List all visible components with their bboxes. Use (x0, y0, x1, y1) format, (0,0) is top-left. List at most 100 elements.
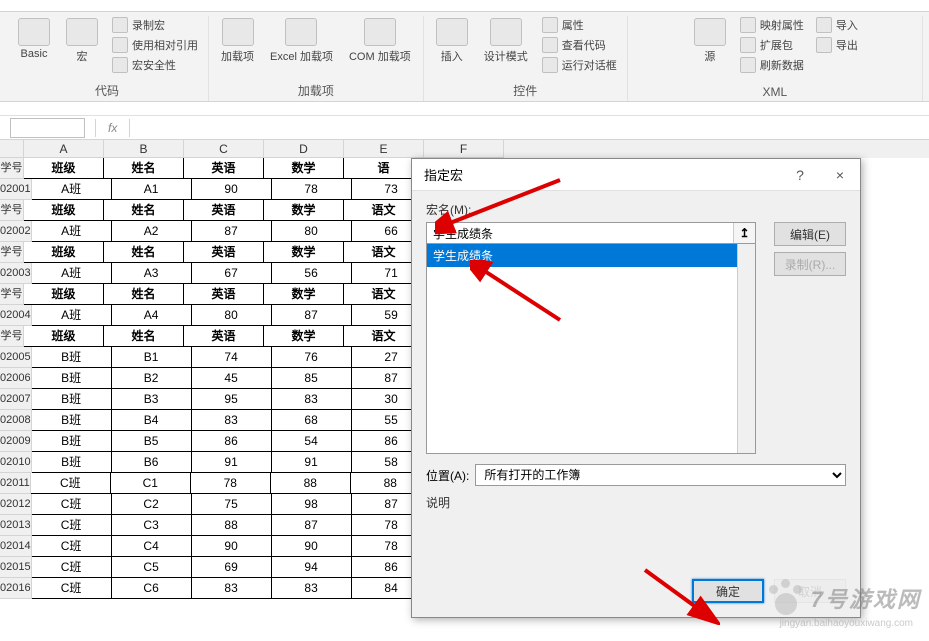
row-header[interactable]: 02011 (0, 473, 31, 494)
dialog-help-button[interactable]: ? (780, 159, 820, 191)
cell[interactable]: 85 (272, 368, 352, 389)
row-header[interactable]: 02013 (0, 515, 32, 536)
cell[interactable]: B班 (32, 410, 112, 431)
cell[interactable]: 94 (272, 557, 352, 578)
col-header[interactable]: F (424, 140, 504, 158)
cell[interactable]: C6 (112, 578, 192, 599)
cell[interactable]: C班 (31, 473, 111, 494)
cell[interactable]: 班级 (24, 284, 104, 305)
cell[interactable]: 74 (192, 347, 272, 368)
cell[interactable]: 91 (192, 452, 272, 473)
xml-export-button[interactable]: 导出 (814, 36, 860, 54)
row-header[interactable]: 02004 (0, 305, 32, 326)
cell[interactable]: 数学 (264, 284, 344, 305)
cell[interactable]: 英语 (184, 284, 264, 305)
row-header[interactable]: 02010 (0, 452, 32, 473)
cell[interactable]: B1 (112, 347, 192, 368)
view-code-button[interactable]: 查看代码 (540, 36, 619, 54)
cell[interactable]: 88 (271, 473, 351, 494)
row-header[interactable]: 02014 (0, 536, 32, 557)
cell[interactable]: 90 (272, 536, 352, 557)
relative-ref-button[interactable]: 使用相对引用 (110, 36, 200, 54)
excel-addins-button[interactable]: Excel 加载项 (266, 16, 337, 66)
cell[interactable]: A班 (32, 179, 112, 200)
row-header[interactable]: 02003 (0, 263, 32, 284)
select-all-corner[interactable] (0, 140, 24, 158)
cell[interactable]: 98 (272, 494, 352, 515)
record-button[interactable]: 录制(R)... (774, 252, 846, 276)
cell[interactable]: 56 (272, 263, 352, 284)
row-header[interactable]: 02002 (0, 221, 32, 242)
cell[interactable]: A4 (112, 305, 192, 326)
cell[interactable]: 90 (192, 179, 272, 200)
cell[interactable]: A1 (112, 179, 192, 200)
row-header[interactable]: 学号 (0, 284, 24, 305)
macro-list-item[interactable]: 学生成绩条 (427, 244, 737, 267)
cell[interactable]: 83 (192, 578, 272, 599)
name-box[interactable] (10, 118, 85, 138)
cell[interactable]: C3 (112, 515, 192, 536)
cell[interactable]: A班 (32, 263, 112, 284)
row-header[interactable]: 02015 (0, 557, 32, 578)
properties-button[interactable]: 属性 (540, 16, 619, 34)
cell[interactable]: 80 (192, 305, 272, 326)
xml-import-button[interactable]: 导入 (814, 16, 860, 34)
cell[interactable]: C班 (32, 494, 112, 515)
cell[interactable]: A2 (112, 221, 192, 242)
cell[interactable]: B6 (112, 452, 192, 473)
visual-basic-button[interactable]: Basic (14, 16, 54, 62)
cell[interactable]: 67 (192, 263, 272, 284)
com-addins-button[interactable]: COM 加载项 (345, 16, 415, 66)
cell[interactable]: 88 (192, 515, 272, 536)
cell[interactable]: 英语 (184, 326, 264, 347)
macros-button[interactable]: 宏 (62, 16, 102, 66)
cell[interactable]: B2 (112, 368, 192, 389)
cell[interactable]: 76 (272, 347, 352, 368)
cell[interactable]: 78 (191, 473, 271, 494)
row-header[interactable]: 02007 (0, 389, 32, 410)
record-macro-button[interactable]: 录制宏 (110, 16, 200, 34)
row-header[interactable]: 02005 (0, 347, 32, 368)
cell[interactable]: B班 (32, 368, 112, 389)
cell[interactable]: 95 (192, 389, 272, 410)
cell[interactable]: B4 (112, 410, 192, 431)
cell[interactable]: 班级 (24, 242, 104, 263)
cell[interactable]: 69 (192, 557, 272, 578)
formula-input[interactable] (136, 118, 929, 138)
cell[interactable]: C5 (112, 557, 192, 578)
macro-name-input[interactable] (427, 223, 733, 243)
cell[interactable]: 83 (272, 578, 352, 599)
cell[interactable]: C班 (32, 578, 112, 599)
cell[interactable]: 姓名 (104, 158, 184, 179)
expansion-packs-button[interactable]: 扩展包 (738, 36, 806, 54)
row-header[interactable]: 02001 (0, 179, 32, 200)
cell[interactable]: 90 (192, 536, 272, 557)
cell[interactable]: 数学 (264, 200, 344, 221)
cell[interactable]: B班 (32, 452, 112, 473)
cell[interactable]: C4 (112, 536, 192, 557)
cell[interactable]: C班 (32, 515, 112, 536)
cell[interactable]: B班 (32, 347, 112, 368)
cell[interactable]: 英语 (184, 242, 264, 263)
location-select[interactable]: 所有打开的工作簿 (475, 464, 846, 486)
cell[interactable]: 英语 (184, 200, 264, 221)
cell[interactable]: 英语 (184, 158, 264, 179)
cell[interactable]: 83 (192, 410, 272, 431)
cell[interactable]: B班 (32, 389, 112, 410)
cell[interactable]: C班 (32, 557, 112, 578)
col-header[interactable]: A (24, 140, 104, 158)
cell[interactable]: 姓名 (104, 284, 184, 305)
cell[interactable]: 班级 (24, 326, 104, 347)
row-header[interactable]: 02009 (0, 431, 32, 452)
scrollbar[interactable] (737, 244, 755, 453)
col-header[interactable]: E (344, 140, 424, 158)
cell[interactable]: 87 (272, 305, 352, 326)
cell[interactable]: 姓名 (104, 200, 184, 221)
cell[interactable]: 45 (192, 368, 272, 389)
cell[interactable]: 68 (272, 410, 352, 431)
cell[interactable]: 91 (272, 452, 352, 473)
cell[interactable]: A3 (112, 263, 192, 284)
cell[interactable]: 54 (272, 431, 352, 452)
cell[interactable]: B3 (112, 389, 192, 410)
col-header[interactable]: D (264, 140, 344, 158)
